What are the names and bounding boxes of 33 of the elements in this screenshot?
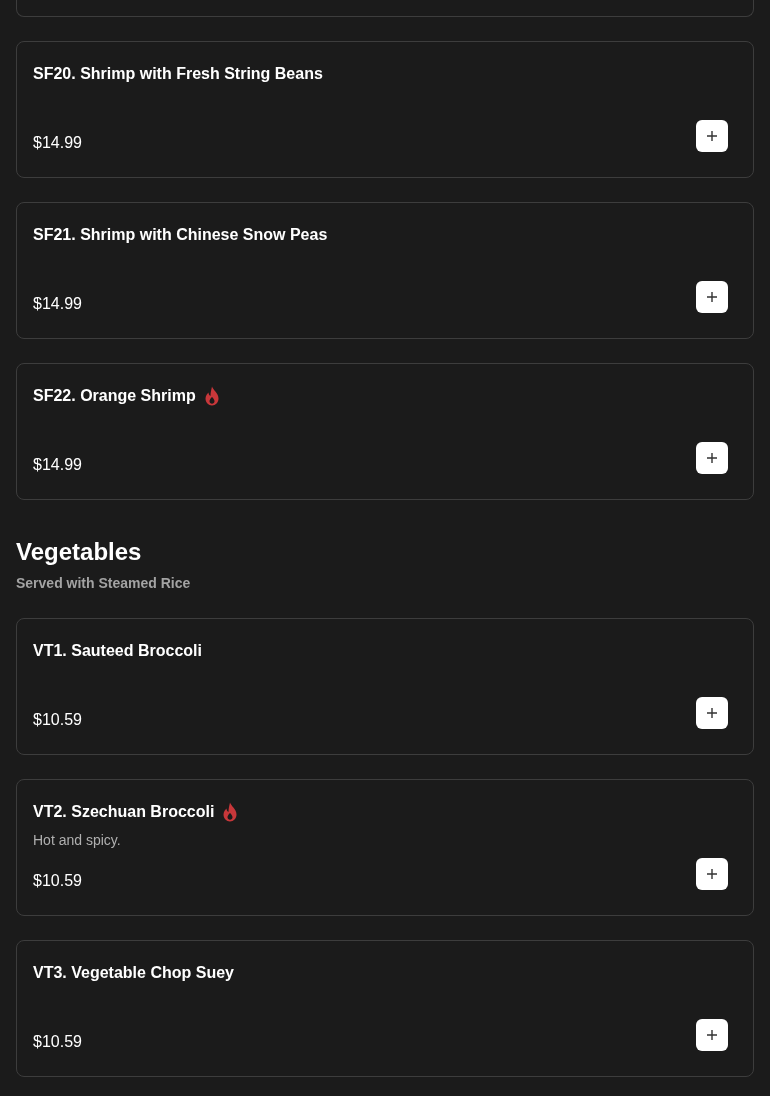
dish-name: SF20. Shrimp with Fresh String Beans [33,64,323,84]
add-button[interactable] [696,120,728,152]
plus-icon [706,452,718,464]
plus-icon [706,707,718,719]
plus-icon [706,291,718,303]
plus-icon [706,868,718,880]
dish-name: SF22. Orange Shrimp [33,386,196,406]
dish-name: VT1. Sauteed Broccoli [33,641,202,661]
menu-item-card[interactable]: SF22. Orange Shrimp $14.99 [16,363,754,500]
section-subtitle: Served with Steamed Rice [16,574,192,593]
dish-price: $14.99 [33,294,82,314]
dish-name: SF21. Shrimp with Chinese Snow Peas [33,225,328,245]
add-button[interactable] [696,858,728,890]
add-button[interactable] [696,697,728,729]
plus-icon [706,130,718,142]
plus-icon [706,1029,718,1041]
dish-price: $14.99 [33,133,82,153]
add-button[interactable] [696,281,728,313]
menu-item-card[interactable]: SF20. Shrimp with Fresh String Beans $14.99 [16,41,754,178]
add-button[interactable] [696,442,728,474]
dish-name: VT2. Szechuan Broccoli [33,802,215,822]
dish-price: $10.59 [33,1032,82,1052]
dish-price: $10.59 [33,871,82,891]
dish-name: VT3. Vegetable Chop Suey [33,963,234,983]
dish-description: Hot and spicy. [33,831,122,850]
section-title: Vegetables [16,537,143,567]
menu-item-card[interactable]: VT3. Vegetable Chop Suey $10.59 [16,940,754,1077]
add-button[interactable] [696,1019,728,1051]
menu-item-card[interactable]: SF21. Shrimp with Chinese Snow Peas $14.99 [16,202,754,339]
dish-price: $14.99 [33,455,82,475]
menu-item-card[interactable]: VT1. Sauteed Broccoli $10.59 [16,618,754,755]
dish-price: $10.59 [33,710,82,730]
menu-item-card[interactable]: VT2. Szechuan Broccoli Hot and spicy. $10.59 [16,779,754,916]
